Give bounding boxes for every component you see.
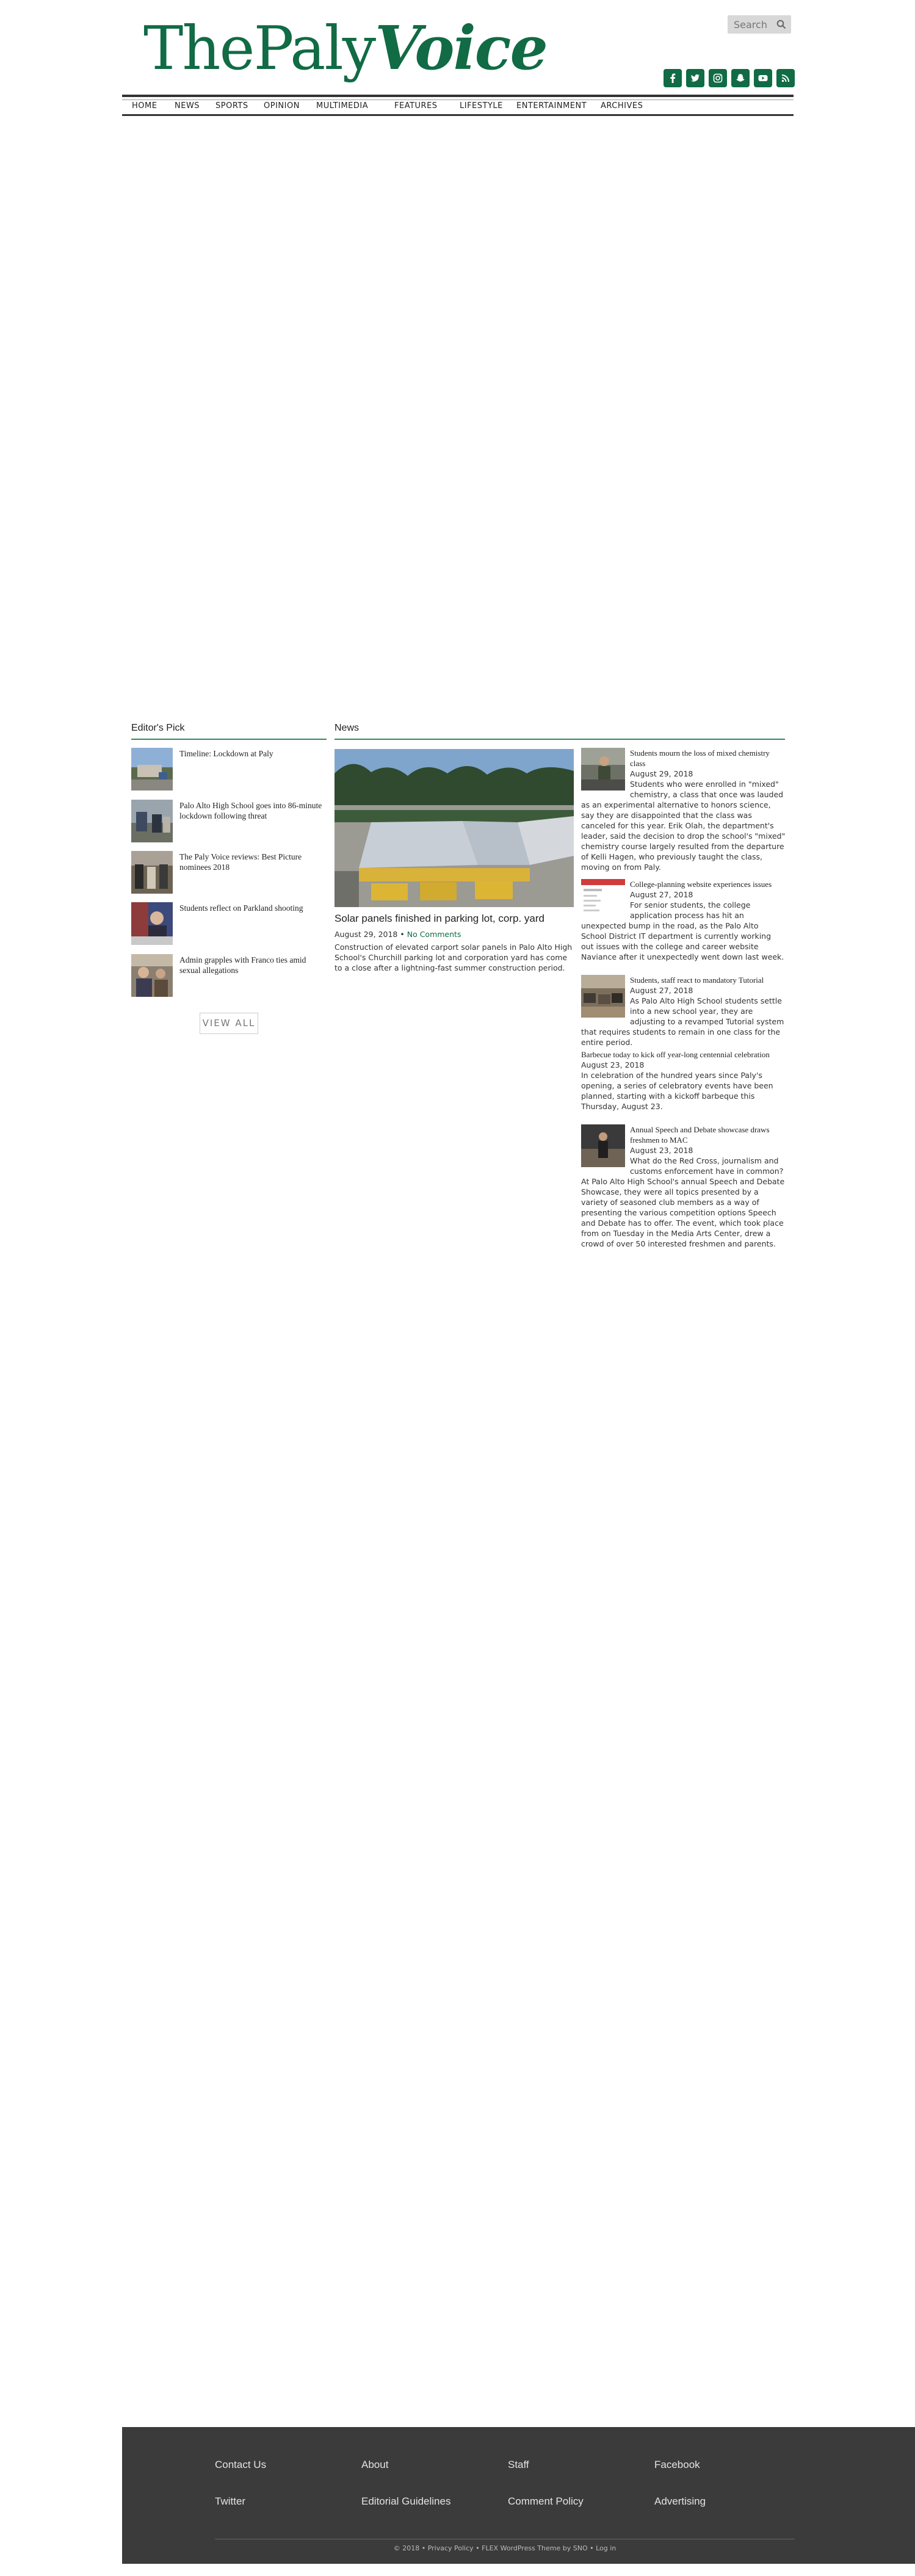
news-section-title: News — [335, 723, 360, 733]
editors-pick-title-2[interactable]: Palo Alto High School goes into 86-minut… — [179, 800, 326, 821]
logo-text-2: Voice — [375, 13, 548, 84]
editors-pick-title-5[interactable]: Admin grapples with Franco ties amid sex… — [179, 955, 326, 975]
list-item: Barbecue today to kick off year-long cen… — [581, 1049, 786, 1112]
nav-archives[interactable]: ARCHIVES — [601, 101, 643, 110]
nav-lifestyle[interactable]: LIFESTYLE — [460, 101, 503, 110]
thumbnail[interactable] — [581, 748, 625, 791]
footer-twitter-link[interactable]: Twitter — [215, 2495, 245, 2508]
news-title-4[interactable]: Barbecue today to kick off year-long cen… — [581, 1049, 786, 1060]
site-logo[interactable]: ThePalyVoice — [143, 13, 548, 84]
list-item: Students mourn the loss of mixed chemist… — [581, 748, 786, 872]
footer-contact-link[interactable]: Contact Us — [215, 2459, 266, 2471]
nav-multimedia[interactable]: MULTIMEDIA — [316, 101, 368, 110]
list-item[interactable]: Students reflect on Parkland shooting — [131, 902, 327, 945]
nav-home[interactable]: HOME — [132, 101, 157, 110]
nav-entertainment[interactable]: ENTERTAINMENT — [516, 101, 587, 110]
footer-guidelines-link[interactable]: Editorial Guidelines — [361, 2495, 450, 2508]
thumbnail[interactable] — [581, 879, 625, 917]
facebook-icon[interactable] — [664, 69, 682, 87]
news-date-4: August 23, 2018 — [581, 1060, 645, 1069]
list-item[interactable]: Palo Alto High School goes into 86-minut… — [131, 800, 327, 842]
editors-pick-rule — [131, 739, 327, 740]
nav-sports[interactable]: SPORTS — [215, 101, 248, 110]
thumbnail[interactable] — [581, 975, 625, 1018]
thumbnail[interactable] — [131, 902, 173, 945]
logo-text-1: ThePaly — [143, 14, 376, 84]
list-item: College-planning website experiences iss… — [581, 879, 786, 962]
rss-icon[interactable] — [776, 69, 795, 87]
twitter-icon[interactable] — [686, 69, 704, 87]
nav-divider — [122, 99, 794, 100]
list-item[interactable]: Timeline: Lockdown at Paly — [131, 748, 327, 791]
view-all-button[interactable]: VIEW ALL — [200, 1013, 258, 1034]
list-item: Annual Speech and Debate showcase draws … — [581, 1124, 786, 1249]
editors-pick-title-1[interactable]: Timeline: Lockdown at Paly — [179, 748, 326, 759]
search-box — [728, 15, 791, 34]
list-item[interactable]: The Paly Voice reviews: Best Picture nom… — [131, 851, 327, 894]
featured-meta: August 29, 2018 • No Comments — [335, 930, 461, 939]
featured-photo[interactable] — [335, 749, 574, 907]
footer-about-link[interactable]: About — [361, 2459, 388, 2471]
list-item: Students, staff react to mandatory Tutor… — [581, 975, 786, 1047]
thumbnail[interactable] — [131, 800, 173, 842]
youtube-icon[interactable] — [754, 69, 772, 87]
editors-pick-title: Editor's Pick — [131, 723, 185, 733]
editors-pick-title-4[interactable]: Students reflect on Parkland shooting — [179, 903, 326, 913]
nav-opinion[interactable]: OPINION — [264, 101, 300, 110]
site-footer: Contact Us About Staff Facebook Twitter … — [122, 2427, 915, 2564]
list-item[interactable]: Admin grapples with Franco ties amid sex… — [131, 954, 327, 997]
main-nav: HOME NEWS SPORTS OPINION MULTIMEDIA FEAT… — [122, 95, 794, 116]
footer-comment-policy-link[interactable]: Comment Policy — [508, 2495, 584, 2508]
search-icon[interactable] — [776, 20, 786, 29]
featured-date: August 29, 2018 — [335, 930, 398, 939]
snapchat-icon[interactable] — [731, 69, 750, 87]
thumbnail[interactable] — [131, 851, 173, 894]
footer-copyright: © 2018 • Privacy Policy • FLEX WordPress… — [393, 2544, 617, 2552]
featured-excerpt: Construction of elevated carport solar p… — [335, 942, 573, 972]
news-excerpt-4: In celebration of the hundred years sinc… — [581, 1071, 773, 1111]
comments-link[interactable]: No Comments — [407, 930, 461, 939]
editors-pick-title-3[interactable]: The Paly Voice reviews: Best Picture nom… — [179, 852, 326, 872]
search-input[interactable] — [728, 15, 774, 34]
news-section-rule — [335, 739, 785, 740]
footer-staff-link[interactable]: Staff — [508, 2459, 529, 2471]
thumbnail[interactable] — [581, 1124, 625, 1167]
featured-headline[interactable]: Solar panels finished in parking lot, co… — [335, 913, 574, 925]
nav-features[interactable]: FEATURES — [394, 101, 438, 110]
instagram-icon[interactable] — [709, 69, 727, 87]
footer-advertising-link[interactable]: Advertising — [654, 2495, 706, 2508]
news-excerpt-5: What do the Red Cross, journalism and cu… — [581, 1156, 785, 1248]
social-links — [664, 69, 795, 87]
news-excerpt-1: Students who were enrolled in "mixed" ch… — [581, 780, 786, 872]
thumbnail[interactable] — [131, 748, 173, 791]
footer-facebook-link[interactable]: Facebook — [654, 2459, 700, 2471]
meta-separator: • — [400, 930, 405, 939]
nav-news[interactable]: NEWS — [175, 101, 200, 110]
thumbnail[interactable] — [131, 954, 173, 997]
site-header: ThePalyVoice — [122, 0, 795, 98]
